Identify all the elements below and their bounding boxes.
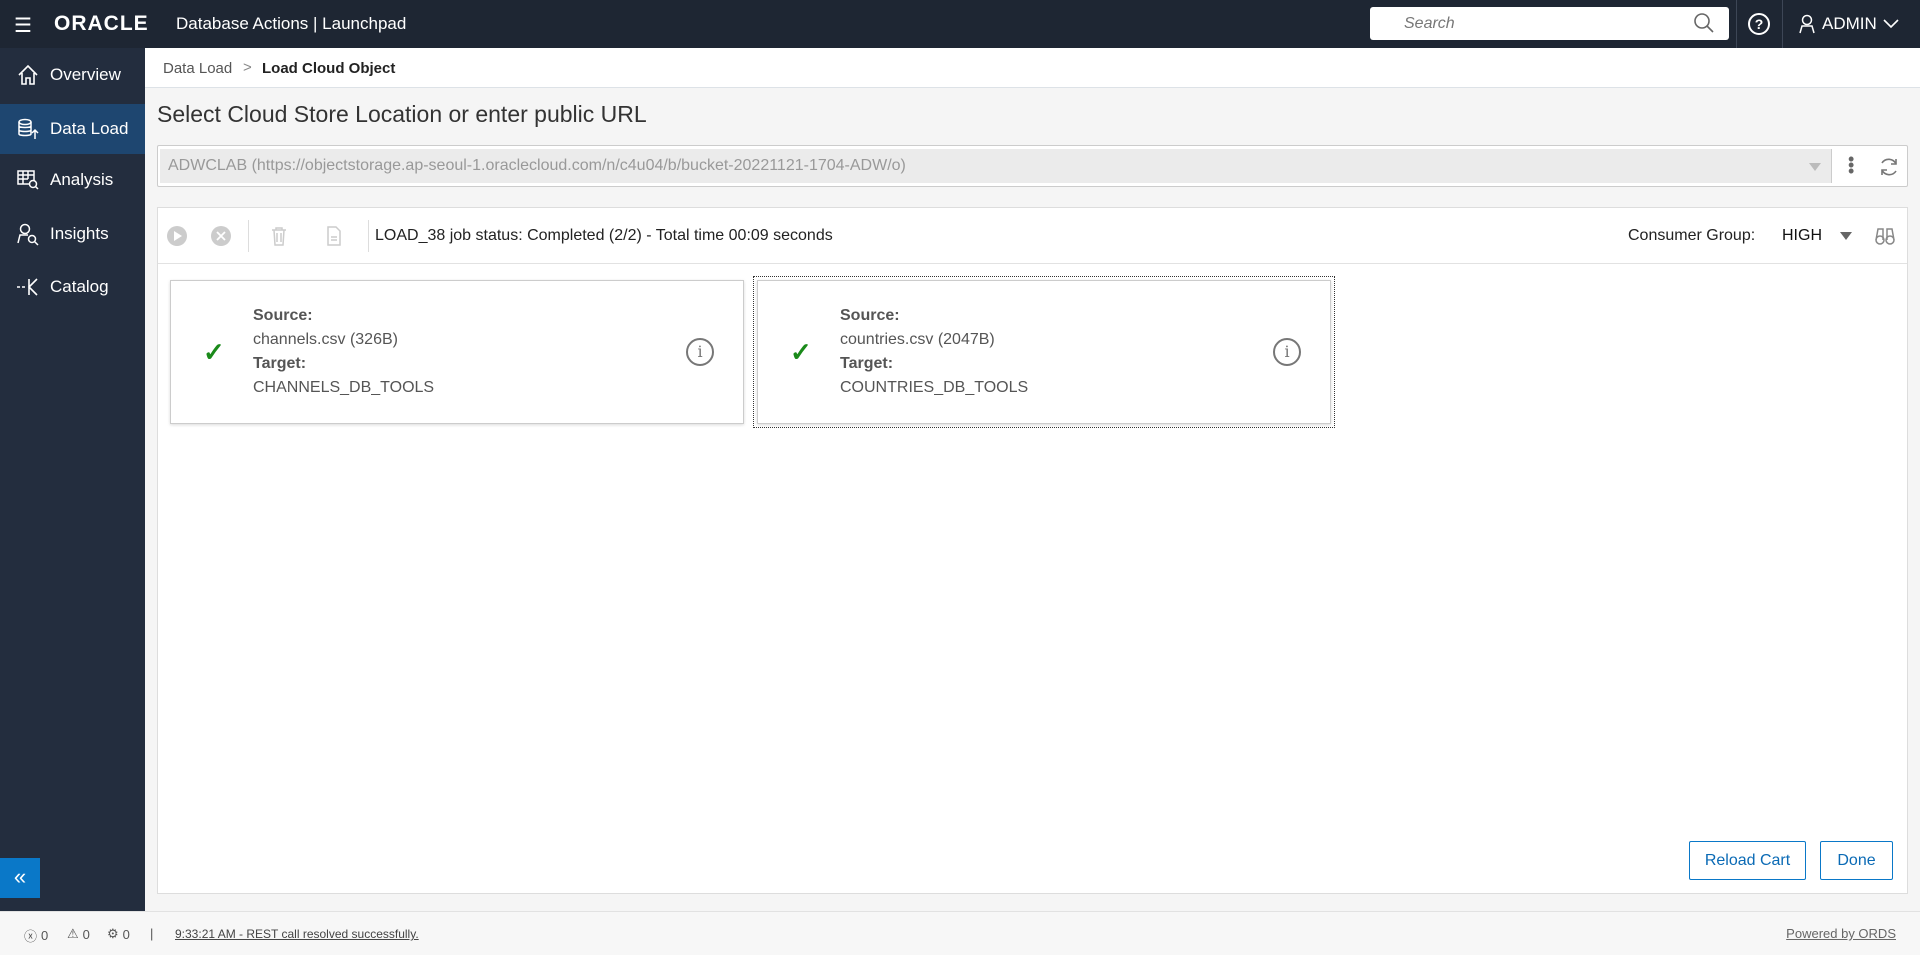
collapse-sidebar-button[interactable]: « — [0, 858, 40, 898]
target-label: Target: — [253, 355, 307, 372]
cancel-icon[interactable] — [210, 225, 232, 247]
hamburger-menu-icon[interactable]: ☰ — [14, 13, 32, 38]
load-job-panel: LOAD_38 job status: Completed (2/2) - To… — [157, 207, 1908, 894]
task-count[interactable]: ⚙ 0 — [107, 926, 130, 942]
consumer-group-label: Consumer Group: — [1628, 227, 1756, 244]
sidebar-item-insights[interactable]: Insights — [0, 209, 145, 259]
target-value: CHANNELS_DB_TOOLS — [253, 379, 435, 396]
source-label: Source: — [840, 307, 900, 324]
load-item-card[interactable]: ✓ Source: channels.csv (326B) Target: CH… — [170, 280, 744, 424]
gear-icon: ⚙ — [107, 926, 119, 941]
breadcrumb: Data Load > Load Cloud Object — [145, 48, 1920, 88]
sidebar-item-catalog[interactable]: Catalog — [0, 262, 145, 312]
location-field[interactable]: ADWCLAB (https://objectstorage.ap-seoul-… — [160, 149, 1832, 183]
sidebar-item-label: Insights — [50, 224, 109, 243]
app-title[interactable]: Database Actions | Launchpad — [176, 14, 406, 34]
refresh-icon[interactable] — [1878, 156, 1900, 178]
cloud-location-select[interactable]: ADWCLAB (https://objectstorage.ap-seoul-… — [157, 145, 1908, 187]
run-icon[interactable] — [166, 225, 188, 247]
sidebar-item-label: Data Load — [50, 119, 129, 138]
done-button[interactable]: Done — [1820, 841, 1893, 880]
sidebar-item-overview[interactable]: Overview — [0, 50, 145, 100]
job-status: LOAD_38 job status: Completed (2/2) - To… — [375, 227, 833, 244]
load-item-card[interactable]: ✓ Source: countries.csv (2047B) Target: … — [753, 276, 1335, 428]
home-icon — [18, 64, 38, 85]
user-icon — [1799, 14, 1815, 34]
catalog-icon — [17, 278, 38, 296]
source-value: channels.csv (326B) — [253, 331, 398, 348]
sidebar-item-analysis[interactable]: Analysis — [0, 155, 145, 205]
warning-count-value: 0 — [82, 926, 90, 942]
divider — [1782, 0, 1783, 48]
warning-count[interactable]: ⚠ 0 — [67, 926, 90, 942]
page-title: Select Cloud Store Location or enter pub… — [157, 101, 647, 127]
delete-icon[interactable] — [268, 225, 290, 247]
breadcrumb-data-load[interactable]: Data Load — [163, 60, 232, 77]
person-search-icon — [17, 223, 39, 246]
breadcrumb-current: Load Cloud Object — [262, 60, 396, 77]
warning-icon: ⚠ — [67, 926, 79, 941]
table-search-icon — [17, 170, 39, 190]
divider — [248, 220, 249, 252]
sidebar-item-label: Overview — [50, 65, 121, 84]
divider — [368, 220, 369, 252]
status-bar: ⓧ 0 ⚠ 0 ⚙ 0 | 9:33:21 AM - REST call resolv… — [0, 911, 1920, 955]
search-placeholder: Search — [1404, 15, 1455, 32]
binoculars-icon[interactable] — [1874, 225, 1896, 247]
database-upload-icon — [18, 118, 39, 139]
oracle-logo: ORACLE — [54, 12, 149, 35]
sidebar-item-data-load[interactable]: Data Load — [0, 104, 145, 154]
task-count-value: 0 — [122, 926, 130, 942]
user-name: ADMIN — [1822, 14, 1877, 33]
user-menu[interactable]: ADMIN — [1798, 14, 1899, 34]
chevron-down-icon — [1883, 19, 1899, 29]
dropdown-caret-icon[interactable] — [1840, 232, 1852, 240]
sidebar: Overview Data Load Analysis Insights Cat… — [0, 48, 145, 911]
divider — [1736, 0, 1737, 48]
top-bar: ☰ ORACLE Database Actions | Launchpad Se… — [0, 0, 1920, 48]
check-icon: ✓ — [790, 337, 812, 367]
source-label: Source: — [253, 307, 313, 324]
reload-cart-button[interactable]: Reload Cart — [1689, 841, 1806, 880]
info-icon[interactable]: i — [1273, 338, 1301, 366]
powered-by-link[interactable]: Powered by ORDS — [1786, 926, 1896, 941]
target-label: Target: — [840, 355, 894, 372]
dropdown-caret-icon[interactable] — [1809, 163, 1821, 171]
error-count-value: 0 — [41, 928, 49, 943]
sidebar-item-label: Analysis — [50, 170, 114, 189]
status-message-link[interactable]: 9:33:21 AM - REST call resolved successf… — [175, 927, 419, 941]
error-icon: ⓧ — [24, 929, 38, 944]
source-value: countries.csv (2047B) — [840, 331, 995, 348]
breadcrumb-separator: > — [243, 59, 252, 76]
location-value: ADWCLAB (https://objectstorage.ap-seoul-… — [168, 157, 906, 174]
more-options-icon[interactable]: • • • — [1848, 150, 1854, 180]
check-icon: ✓ — [203, 337, 225, 367]
status-separator: | — [150, 926, 154, 941]
consumer-group-select[interactable]: HIGH — [1782, 227, 1822, 245]
help-icon[interactable]: ? — [1748, 13, 1770, 35]
report-icon[interactable] — [323, 225, 345, 247]
search-input[interactable]: Search — [1370, 7, 1729, 40]
search-icon[interactable] — [1693, 12, 1715, 34]
job-toolbar: LOAD_38 job status: Completed (2/2) - To… — [158, 208, 1907, 264]
info-icon[interactable]: i — [686, 338, 714, 366]
sidebar-item-label: Catalog — [50, 277, 109, 296]
error-count[interactable]: ⓧ 0 — [24, 926, 48, 945]
target-value: COUNTRIES_DB_TOOLS — [840, 379, 1029, 396]
